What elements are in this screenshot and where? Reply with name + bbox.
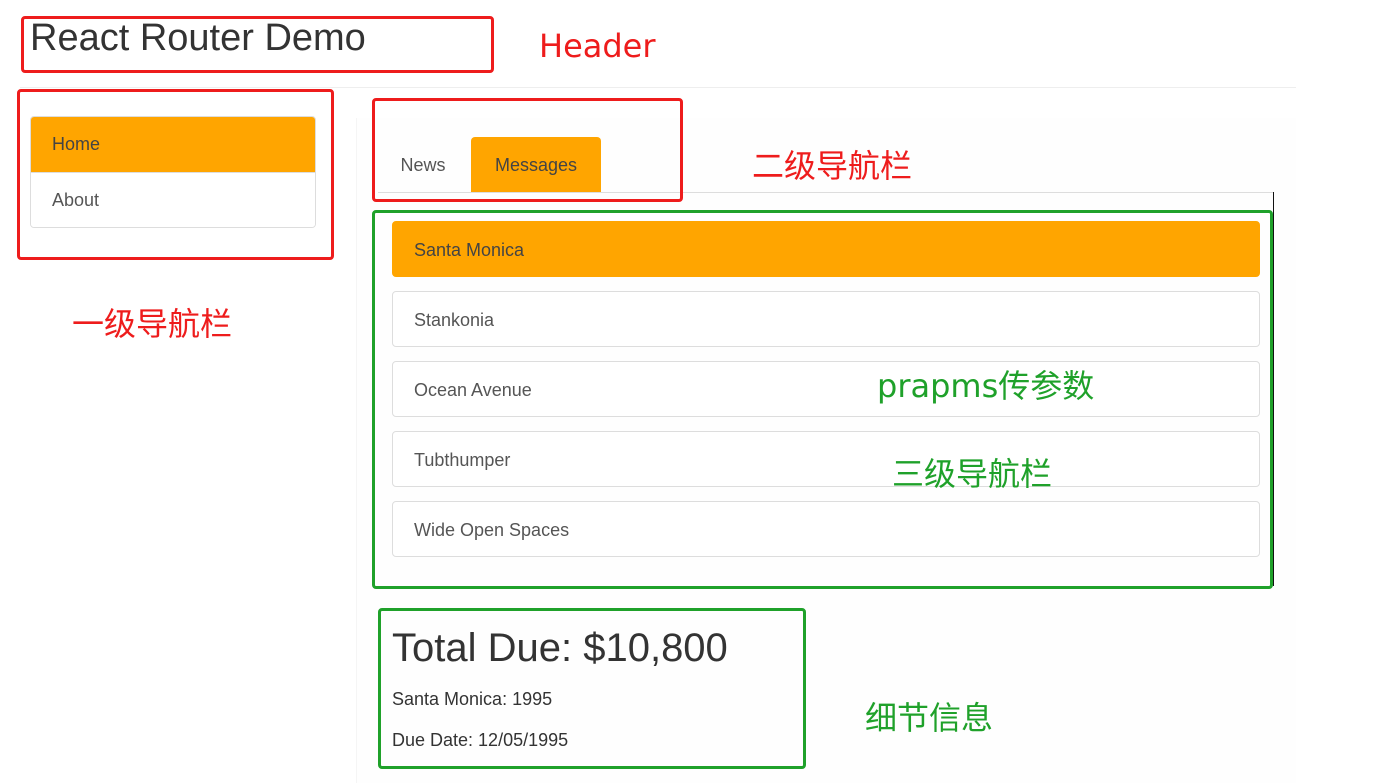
annotation-label-detail: 细节信息 [865,699,994,737]
annotation-box-header [21,16,494,73]
annotation-label-header: Header [539,27,656,65]
annotation-box-detail [378,608,806,769]
annotation-box-nav-level2 [372,98,683,202]
annotation-box-nav-level3 [372,210,1273,589]
tab-content-right-border [1273,192,1274,586]
annotation-box-nav-level1 [17,89,334,260]
annotation-label-nav-level1: 一级导航栏 [72,305,233,343]
annotation-label-nav-level2: 二级导航栏 [752,147,913,185]
annotation-label-params: prapms传参数 [877,367,1095,405]
screenshot-stage: React Router Demo Home About News Messag… [0,0,1382,783]
annotation-label-nav-level3: 三级导航栏 [892,455,1053,493]
header-divider [20,87,1296,88]
